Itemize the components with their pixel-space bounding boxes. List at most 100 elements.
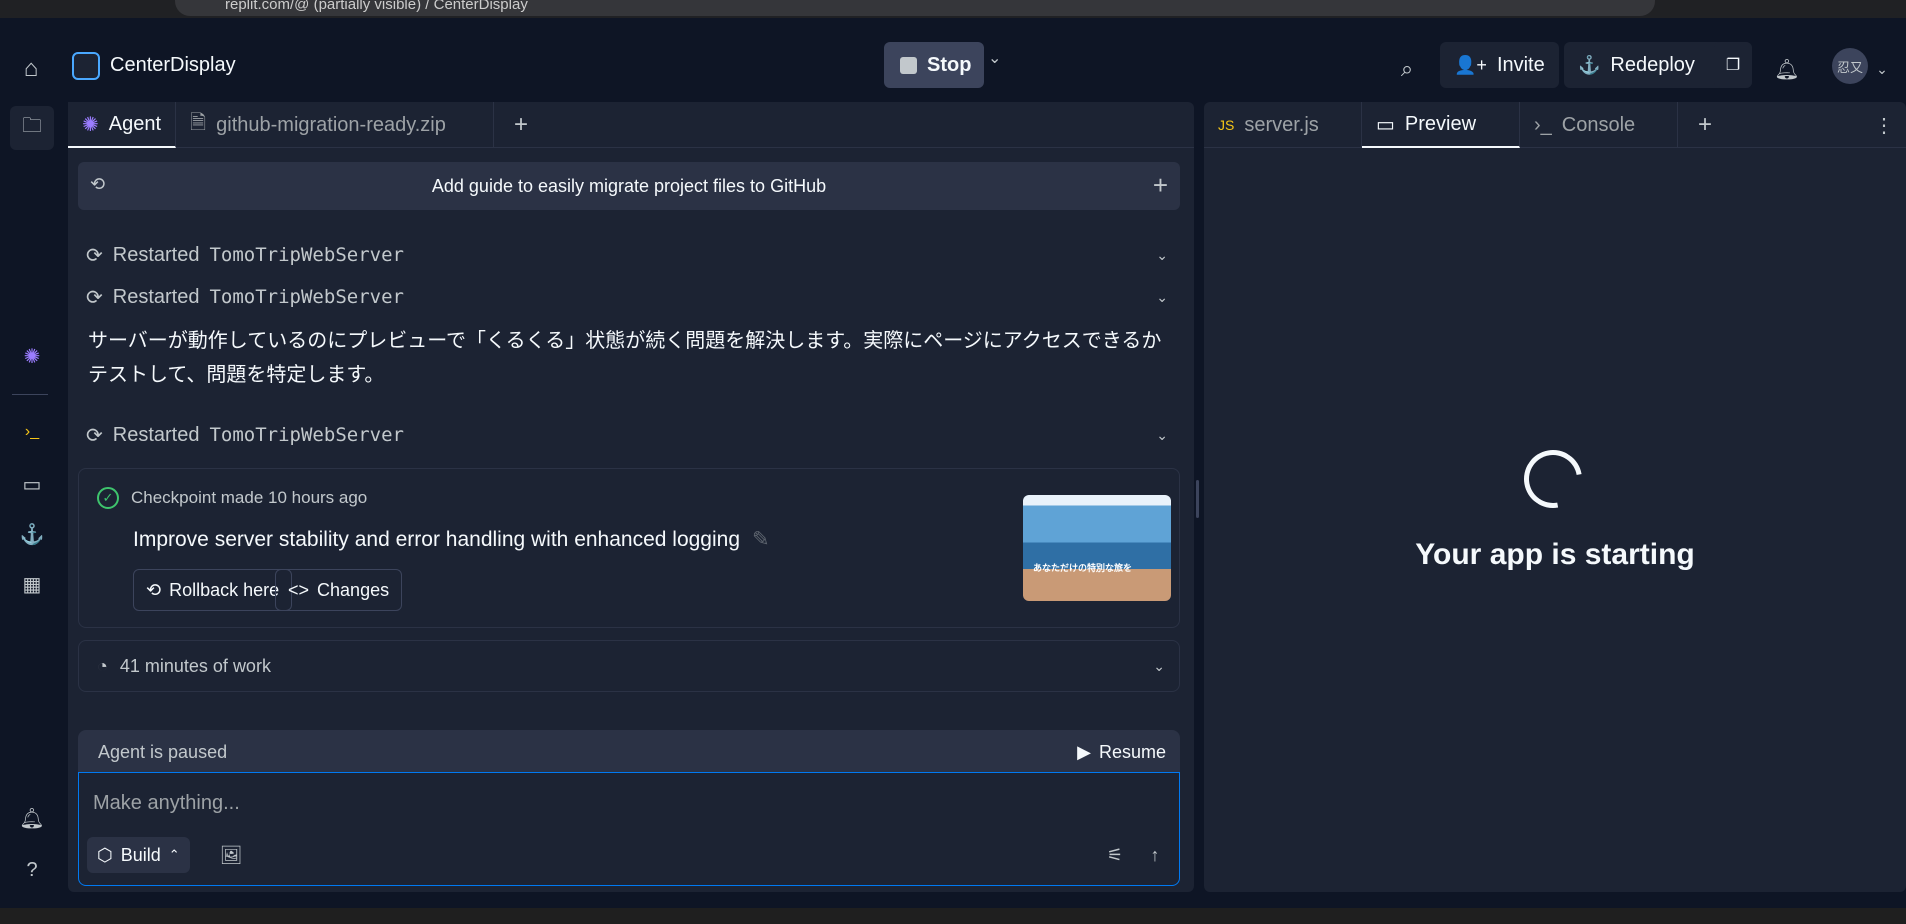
chevron-down-icon[interactable]: ⌄ — [1156, 247, 1168, 264]
preview-status: Your app is starting — [1415, 538, 1695, 571]
avatar[interactable]: 忍又 — [1832, 48, 1868, 84]
checkpoint-time: Checkpoint made 10 hours ago — [131, 488, 368, 507]
tab-console[interactable]: ›_ Console — [1520, 102, 1678, 148]
work-label: 41 minutes of work — [119, 655, 271, 676]
preview-icon[interactable]: ▭ — [10, 462, 54, 506]
deployments-icon[interactable]: ⚓ — [10, 512, 54, 556]
tab-server-js[interactable]: JS server.js — [1204, 102, 1362, 148]
chevron-down-icon[interactable]: ⌄ — [1156, 289, 1168, 306]
edit-icon[interactable]: ✎ — [752, 527, 770, 552]
files-icon[interactable]: 🗀 — [10, 106, 54, 150]
rollback-button[interactable]: ⟲ Rollback here — [133, 569, 293, 611]
top-bar: ⌂ CenterDisplay Stop ⌄ ⌕ 👤+ Invite ⚓ Red… — [0, 18, 1906, 100]
deploy-menu-button[interactable]: ❐ — [1714, 42, 1752, 88]
cube-icon: ⬡ — [97, 844, 113, 865]
checkpoint-header: ✓ Checkpoint made 10 hours ago — [97, 487, 367, 509]
search-icon[interactable]: ⌕ — [1390, 52, 1424, 86]
chevron-down-icon[interactable]: ⌄ — [1153, 658, 1165, 675]
tab-zip[interactable]: 🗎 github-migration-ready.zip — [176, 102, 495, 148]
copy-icon: ❐ — [1725, 57, 1741, 74]
restart-target: TomoTripWebServer — [209, 286, 404, 308]
app-name[interactable]: CenterDisplay — [110, 54, 236, 77]
paused-label: Agent is paused — [98, 741, 228, 762]
invite-label: Invite — [1496, 53, 1545, 76]
prompt-input[interactable] — [93, 785, 1163, 821]
deploy-icon: ⚓ — [1578, 54, 1601, 75]
add-user-icon: 👤+ — [1454, 54, 1487, 75]
checkpoint-thumbnail[interactable]: あなただけの特別な旅を — [1023, 495, 1171, 601]
checkpoint-title: Improve server stability and error handl… — [133, 527, 770, 552]
history-icon[interactable]: ⟲ — [90, 174, 105, 195]
settings-sliders-icon[interactable]: ⚟ — [1099, 839, 1131, 871]
resume-button[interactable]: ▶ Resume — [1077, 742, 1166, 763]
stop-button[interactable]: Stop — [884, 42, 984, 88]
restart-target: TomoTripWebServer — [209, 244, 404, 266]
tab-zip-label: github-migration-ready.zip — [216, 113, 446, 136]
changes-label: Changes — [317, 579, 390, 600]
alerts-icon[interactable]: 🔔︎ — [10, 796, 54, 840]
checkpoint-card: ✓ Checkpoint made 10 hours ago Improve s… — [78, 468, 1180, 628]
apps-grid-icon[interactable]: ▦ — [10, 562, 54, 606]
send-arrow-icon[interactable]: ↑ — [1139, 839, 1171, 871]
paused-bar: Agent is paused ▶ Resume — [78, 730, 1180, 774]
restart-row[interactable]: ⟳ Restarted TomoTripWebServer ⌄ — [86, 282, 1176, 312]
invite-button[interactable]: 👤+ Invite — [1440, 42, 1559, 88]
restart-row[interactable]: ⟳ Restarted TomoTripWebServer ⌄ — [86, 420, 1176, 450]
prompt-box: ⬡ Build ⌃ 🖼︎ ⚟ ↑ — [78, 772, 1180, 886]
add-tab-button[interactable]: + — [494, 102, 548, 148]
restart-icon: ⟳ — [86, 286, 103, 309]
guide-text: Add guide to easily migrate project file… — [431, 175, 827, 196]
zip-file-icon: 🗎 — [190, 112, 207, 134]
agent-icon: ✺ — [82, 113, 99, 136]
chevron-down-icon[interactable]: ⌄ — [1156, 427, 1168, 444]
task-banner[interactable]: ⟲ Add guide to easily migrate project fi… — [78, 162, 1180, 210]
right-tabs: JS server.js ▭ Preview ›_ Console + ⋮ — [1204, 102, 1906, 148]
monitor-icon: ▭ — [1376, 113, 1395, 136]
agent-icon[interactable]: ✺ — [10, 334, 54, 378]
left-rail: 🗀 ✺ ›_ ▭ ⚓ ▦ 🔔︎ ? — [0, 100, 62, 910]
more-vertical-icon[interactable]: ⋮ — [1872, 110, 1896, 140]
add-tab-button[interactable]: + — [1678, 102, 1732, 148]
restart-label: Restarted — [112, 285, 200, 308]
restart-row[interactable]: ⟳ Restarted TomoTripWebServer ⌄ — [86, 240, 1176, 270]
gauge-icon: ◔ — [97, 655, 108, 676]
bell-icon[interactable]: 🔔︎ — [1770, 52, 1804, 86]
home-icon[interactable]: ⌂ — [14, 52, 48, 86]
chevron-down-icon[interactable]: ⌄ — [1872, 52, 1892, 86]
tab-agent[interactable]: ✺ Agent — [68, 102, 177, 148]
restart-label: Restarted — [112, 243, 200, 266]
tab-server-label: server.js — [1244, 113, 1319, 136]
check-circle-icon: ✓ — [97, 487, 119, 509]
history-icon: ⟲ — [146, 579, 162, 600]
shell-icon[interactable]: ›_ — [10, 410, 54, 454]
rollback-label: Rollback here — [169, 579, 280, 600]
help-icon[interactable]: ? — [10, 848, 54, 892]
js-file-icon: JS — [1218, 117, 1235, 133]
preview-panel: JS server.js ▭ Preview ›_ Console + ⋮ Yo… — [1204, 102, 1906, 892]
console-icon: ›_ — [1534, 113, 1552, 136]
build-mode-button[interactable]: ⬡ Build ⌃ — [87, 837, 190, 873]
restart-label: Restarted — [112, 423, 200, 446]
tab-preview-label: Preview — [1404, 112, 1477, 135]
work-summary-row[interactable]: ◔ 41 minutes of work ⌄ — [78, 640, 1180, 692]
os-taskbar — [0, 908, 1906, 924]
code-icon: <> — [288, 579, 310, 600]
stop-label: Stop — [927, 53, 972, 76]
image-icon[interactable]: 🖼︎ — [215, 839, 247, 871]
tab-preview[interactable]: ▭ Preview — [1362, 102, 1520, 148]
checkpoint-title-text: Improve server stability and error handl… — [133, 527, 741, 551]
panel-resize-handle[interactable] — [1196, 480, 1199, 518]
play-icon: ▶ — [1077, 741, 1091, 762]
tab-agent-label: Agent — [108, 112, 162, 135]
resume-label: Resume — [1098, 741, 1166, 762]
agent-panel: ✺ Agent 🗎 github-migration-ready.zip + ⟲… — [68, 102, 1194, 892]
redeploy-label: Redeploy — [1610, 53, 1695, 76]
url-bar[interactable]: replit.com/@ (partially visible) / Cente… — [175, 0, 1655, 16]
browser-bar: replit.com/@ (partially visible) / Cente… — [0, 0, 1906, 18]
changes-button[interactable]: <> Changes — [275, 569, 403, 611]
chevron-down-icon[interactable]: ⌄ — [988, 48, 1010, 78]
stop-icon — [900, 56, 917, 74]
restart-target: TomoTripWebServer — [209, 424, 404, 446]
loading-spinner-icon — [1512, 438, 1594, 520]
plus-icon[interactable]: + — [1153, 170, 1168, 201]
